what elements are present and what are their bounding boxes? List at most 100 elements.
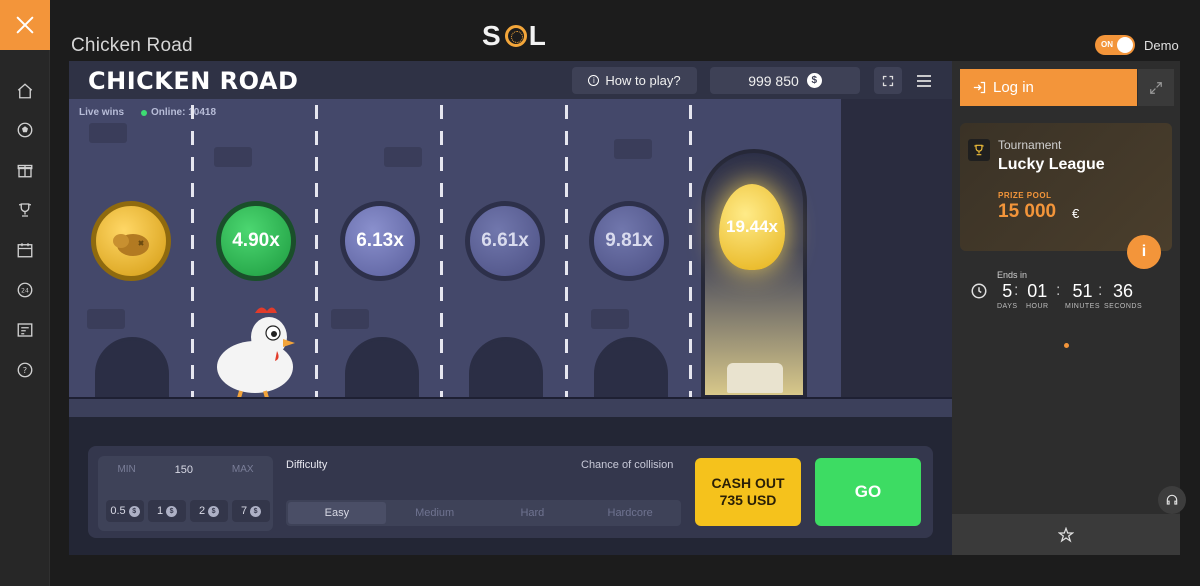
chip-value: 0.5 (110, 505, 126, 517)
lane-divider (565, 105, 568, 397)
bet-amount-input[interactable]: 150 (175, 464, 193, 476)
sun-logo-icon (504, 25, 527, 47)
multiplier-coin[interactable]: 9.81x (589, 201, 669, 281)
multiplier-coin[interactable]: 6.13x (340, 201, 420, 281)
help-icon[interactable]: ? (15, 360, 35, 380)
gift-icon[interactable] (15, 160, 35, 180)
bet-chip[interactable]: 2 $ (190, 500, 228, 522)
prize-pool-label: PRIZE POOL (998, 191, 1052, 200)
menu-button[interactable] (912, 67, 936, 94)
tournament-card[interactable]: Tournament Lucky League PRIZE POOL 15 00… (960, 123, 1172, 251)
bet-chip[interactable]: 0.5 $ (106, 500, 144, 522)
tournament-title: Lucky League (998, 156, 1105, 173)
svg-text:?: ? (23, 365, 27, 375)
hamburger-icon (917, 74, 931, 87)
difficulty-hard[interactable]: Hard (484, 502, 582, 524)
countdown-value: 01 (1027, 281, 1048, 301)
close-icon (16, 16, 34, 34)
soccer-ball-icon[interactable] (15, 120, 35, 140)
game-area: CHICKEN ROAD i How to play? 999 850 $ Li… (69, 61, 952, 555)
bet-chip[interactable]: 7 $ (232, 500, 270, 522)
close-button[interactable] (0, 0, 50, 50)
info-icon: i (1141, 243, 1147, 260)
login-button[interactable]: Log in (960, 69, 1137, 106)
trophy-icon (968, 139, 990, 161)
countdown-separator: : (1014, 282, 1019, 299)
calendar-icon[interactable] (15, 240, 35, 260)
lane-divider (191, 105, 194, 397)
support-button[interactable] (1158, 486, 1186, 514)
dollar-coin-icon: $ (128, 505, 140, 517)
prize-amount: 15 000 (998, 201, 1057, 222)
lane-divider (315, 105, 318, 397)
game-logo: CHICKEN ROAD (88, 67, 299, 95)
multiplier-coin[interactable]: 4.90x (216, 201, 296, 281)
road-curb (69, 397, 952, 417)
how-to-play-label: How to play? (605, 73, 681, 88)
chicken-character (217, 307, 295, 399)
toggle-state: ON (1101, 40, 1113, 49)
cash-out-button[interactable]: CASH OUT 735 USD (695, 458, 801, 526)
tournament-info-button[interactable]: i (1127, 235, 1161, 269)
brick (89, 123, 127, 143)
multiplier-coin[interactable]: 6.61x (465, 201, 545, 281)
right-panel: Log in Tournament Lucky League PRIZE POO… (952, 61, 1186, 555)
bet-min-button[interactable]: MIN (117, 464, 135, 476)
difficulty-tabs: Easy Medium Hard Hardcore (286, 500, 681, 526)
info-icon: i (588, 75, 600, 86)
expand-icon (882, 75, 894, 86)
brick (591, 309, 629, 329)
difficulty-hardcore[interactable]: Hardcore (581, 502, 679, 524)
countdown-separator: : (1098, 282, 1103, 299)
brick (87, 309, 125, 329)
dollar-coin-icon: $ (250, 505, 262, 517)
brick (384, 147, 422, 167)
brick (214, 147, 252, 167)
dead-chicken-coin (91, 201, 171, 281)
cash-out-amount: 735 USD (719, 492, 777, 508)
countdown-separator: : (1056, 282, 1061, 299)
headset-icon (1166, 494, 1178, 505)
countdown-unit: HOUR (1026, 303, 1049, 310)
app-root: 24 ? Chicken Road SL ON Demo CHICKEN ROA… (0, 0, 1200, 586)
bet-max-button[interactable]: MAX (232, 464, 254, 476)
balance-display: 999 850 $ (710, 67, 860, 94)
home-icon[interactable] (15, 81, 35, 101)
online-label: Online: 10418 (151, 107, 217, 118)
countdown-seconds: 36 SECONDS (1104, 281, 1142, 310)
brand-logo[interactable]: SL (482, 20, 548, 52)
online-counter: Online: 10418 (141, 107, 216, 118)
roast-chicken-icon (113, 234, 149, 256)
news-icon[interactable] (15, 320, 35, 340)
how-to-play-button[interactable]: i How to play? (572, 67, 697, 94)
countdown-value: 51 (1072, 281, 1093, 301)
panel-expand-button[interactable] (1138, 69, 1174, 106)
dollar-coin-icon: $ (208, 505, 220, 517)
24h-icon[interactable]: 24 (15, 280, 35, 300)
chip-value: 2 (198, 505, 206, 517)
difficulty-medium[interactable]: Medium (386, 502, 484, 524)
bet-chip[interactable]: 1 $ (148, 500, 186, 522)
chip-value: 1 (156, 505, 164, 517)
demo-toggle[interactable]: ON (1095, 35, 1135, 55)
control-panel: MIN 150 MAX 0.5 $ 1 $ 2 $ 7 $ Difficulty Cha… (88, 446, 933, 538)
collision-label: Chance of collision (581, 459, 674, 471)
egg-pedestal (727, 363, 783, 393)
difficulty-label: Difficulty (286, 459, 328, 471)
dollar-coin-icon: $ (806, 73, 822, 88)
countdown-unit: DAYS (997, 303, 1018, 310)
carousel-indicator[interactable] (1064, 343, 1069, 348)
star-badge-icon[interactable] (1058, 526, 1074, 543)
countdown-unit: MINUTES (1065, 303, 1100, 310)
toggle-knob (1117, 37, 1133, 53)
login-icon (973, 81, 986, 94)
trophy-icon[interactable] (15, 200, 35, 220)
online-dot-icon (141, 109, 147, 116)
fullscreen-button[interactable] (874, 67, 902, 94)
wall-lane (841, 99, 952, 399)
clock-icon (971, 283, 987, 299)
difficulty-easy[interactable]: Easy (288, 502, 386, 524)
expand-icon (1150, 81, 1162, 94)
countdown-minutes: 51 MINUTES (1065, 281, 1100, 310)
go-button[interactable]: GO (815, 458, 921, 526)
